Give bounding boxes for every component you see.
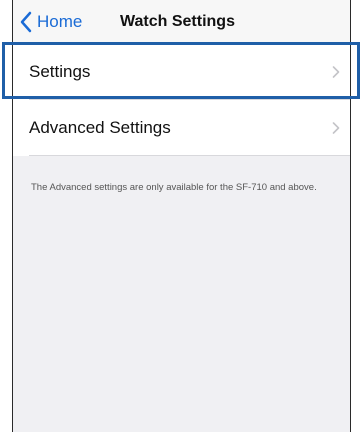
back-label: Home	[37, 12, 83, 31]
settings-list: Settings Advanced Settings	[13, 44, 350, 156]
chevron-left-icon	[20, 11, 32, 33]
navigation-bar: Home Watch Settings	[13, 0, 350, 44]
row-divider	[29, 155, 350, 156]
chevron-right-icon	[332, 121, 340, 134]
chevron-right-icon	[332, 65, 340, 78]
back-button[interactable]: Home	[19, 9, 82, 35]
settings-row[interactable]: Settings	[13, 44, 350, 99]
page-title: Watch Settings	[120, 13, 235, 30]
availability-note: The Advanced settings are only available…	[31, 182, 317, 193]
phone-frame: Home Watch Settings Settings Advanced Se…	[12, 0, 351, 432]
settings-row-label: Settings	[29, 61, 91, 81]
advanced-settings-row[interactable]: Advanced Settings	[13, 100, 350, 155]
advanced-settings-row-label: Advanced Settings	[29, 117, 171, 137]
